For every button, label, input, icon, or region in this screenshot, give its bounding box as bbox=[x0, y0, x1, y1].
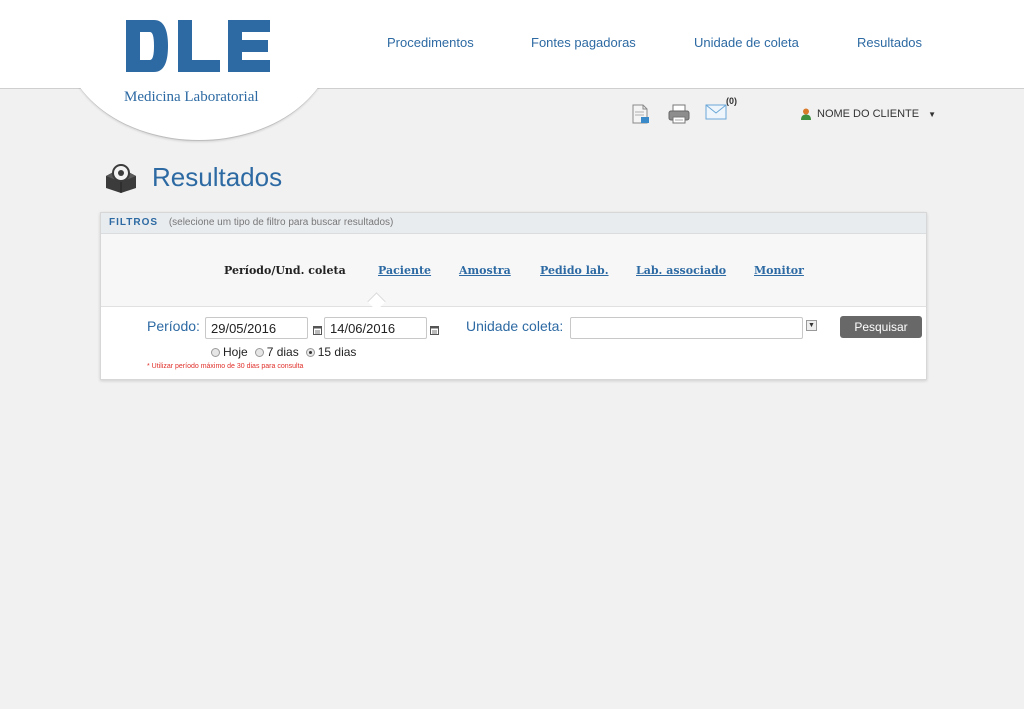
envelope-icon[interactable] bbox=[705, 104, 727, 120]
radio-15-dias[interactable] bbox=[305, 347, 315, 357]
filters-header-hint: (selecione um tipo de filtro para buscar… bbox=[168, 217, 394, 228]
tab-amostra[interactable]: Amostra bbox=[459, 264, 511, 277]
date-to-input[interactable] bbox=[324, 317, 427, 339]
user-icon bbox=[801, 108, 811, 120]
nav-procedimentos[interactable]: Procedimentos bbox=[387, 35, 474, 50]
nav-unidade-de-coleta[interactable]: Unidade de coleta bbox=[694, 35, 799, 50]
nav-fontes-pagadoras[interactable]: Fontes pagadoras bbox=[531, 35, 636, 50]
date-from-input[interactable] bbox=[205, 317, 308, 339]
logo-subtitle: Medicina Laboratorial bbox=[124, 89, 259, 105]
radio-hoje-label[interactable]: Hoje bbox=[223, 345, 248, 359]
user-menu[interactable]: NOME DO CLIENTE ▼ bbox=[800, 108, 936, 120]
radio-hoje[interactable] bbox=[211, 347, 220, 357]
period-limit-note: * Utilizar período máximo de 30 dias par… bbox=[147, 363, 304, 370]
chevron-down-icon: ▼ bbox=[928, 109, 936, 119]
radio-15-dias-label[interactable]: 15 dias bbox=[318, 345, 357, 359]
pesquisar-button[interactable]: Pesquisar bbox=[840, 316, 922, 338]
calendar-icon[interactable] bbox=[313, 326, 322, 335]
dropdown-arrow-icon[interactable]: ▼ bbox=[806, 320, 817, 331]
tab-paciente[interactable]: Paciente bbox=[378, 264, 431, 277]
user-name: NOME DO CLIENTE bbox=[817, 108, 920, 120]
period-radio-group: Hoje 7 dias 15 dias bbox=[211, 345, 360, 359]
nav-resultados[interactable]: Resultados bbox=[857, 35, 922, 50]
unidade-coleta-select[interactable] bbox=[570, 317, 803, 339]
mail-count-badge: (0) bbox=[726, 96, 737, 106]
printer-icon[interactable] bbox=[668, 104, 690, 124]
results-box-icon bbox=[106, 164, 136, 193]
filters-header: FILTROS (selecione um tipo de filtro par… bbox=[101, 213, 926, 234]
calendar-icon[interactable] bbox=[430, 326, 439, 335]
logo-mark[interactable] bbox=[124, 18, 272, 74]
filter-tabs: Período/Und. coleta Paciente Amostra Ped… bbox=[101, 234, 926, 307]
tab-periodo-und-coleta[interactable]: Período/Und. coleta bbox=[224, 264, 346, 277]
periodo-label: Período: bbox=[147, 318, 200, 334]
tab-monitor[interactable]: Monitor bbox=[754, 264, 804, 277]
document-icon[interactable] bbox=[632, 104, 650, 124]
tab-pedido-lab[interactable]: Pedido lab. bbox=[540, 264, 609, 277]
filters-header-label: FILTROS bbox=[109, 217, 159, 228]
filters-panel: FILTROS (selecione um tipo de filtro par… bbox=[100, 212, 927, 380]
page-title: Resultados bbox=[152, 162, 283, 192]
tab-lab-associado[interactable]: Lab. associado bbox=[636, 264, 726, 277]
radio-7-dias[interactable] bbox=[254, 347, 264, 357]
radio-7-dias-label[interactable]: 7 dias bbox=[267, 345, 299, 359]
unidade-coleta-label: Unidade coleta: bbox=[466, 318, 564, 334]
